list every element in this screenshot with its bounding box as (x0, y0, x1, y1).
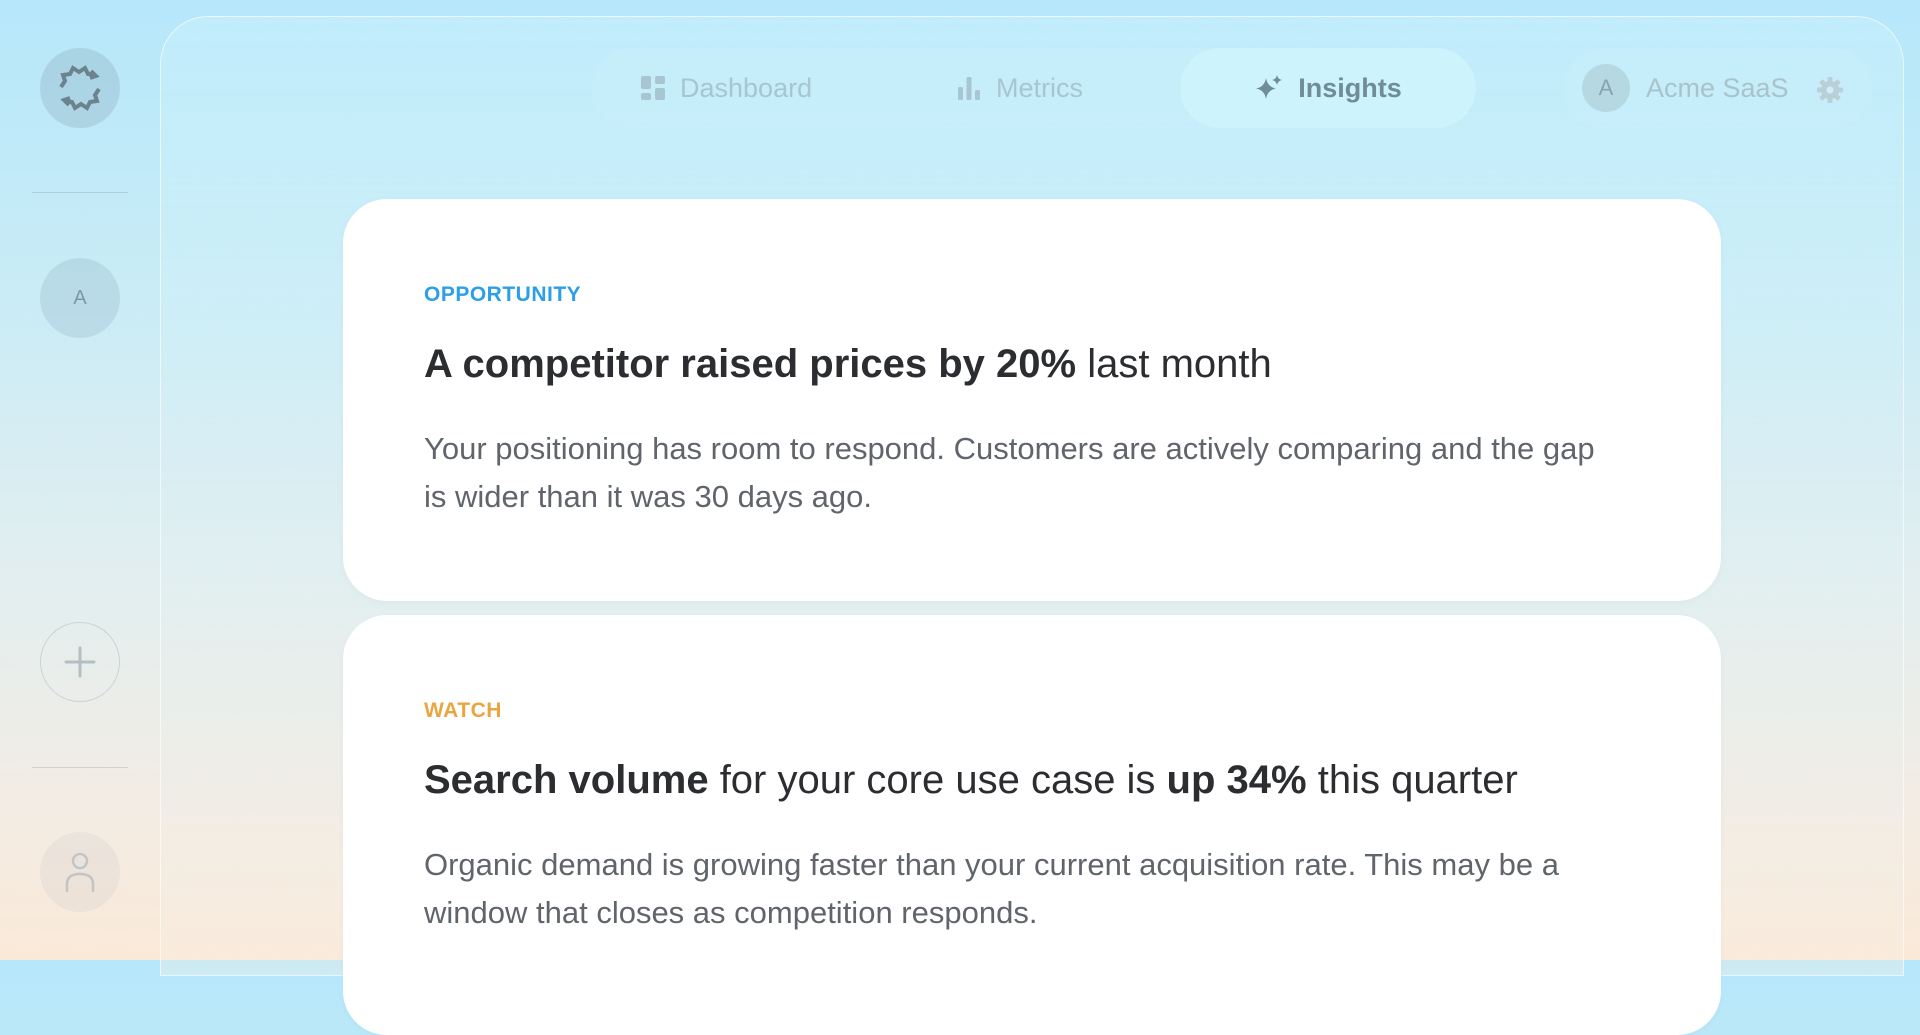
avatar-letter: A (73, 286, 87, 309)
tab-dashboard-label: Dashboard (680, 72, 813, 103)
insight-title-end: this quarter (1306, 758, 1518, 802)
spiky-sync-logo-icon (59, 65, 101, 111)
insight-title-rest: last month (1076, 342, 1272, 386)
user-profile-button[interactable] (40, 832, 120, 912)
insight-card[interactable]: WATCH Search volume for your core use ca… (343, 615, 1721, 1035)
left-rail: A (0, 0, 160, 960)
bar-chart-icon (958, 77, 980, 100)
sparkles-icon (1256, 75, 1283, 99)
insight-card[interactable]: OPPORTUNITY A competitor raised prices b… (343, 199, 1721, 601)
workspace-avatar-small: A (1582, 64, 1630, 112)
tab-metrics[interactable]: Metrics (956, 48, 1083, 128)
workspace-avatar[interactable]: A (40, 258, 120, 338)
insight-body: Organic demand is growing faster than yo… (424, 847, 1559, 930)
insight-title-emphasis: A competitor raised prices by 20% (424, 342, 1077, 386)
user-icon (65, 852, 95, 892)
insight-title-middle: for your core use case is (708, 758, 1167, 802)
plus-icon (64, 646, 96, 678)
insight-tag-opportunity: OPPORTUNITY (424, 283, 582, 306)
rail-divider (32, 192, 128, 193)
gear-icon[interactable] (1816, 76, 1844, 104)
insight-title: Search volume for your core use case is … (424, 758, 1518, 803)
tab-insights-label: Insights (1298, 72, 1402, 103)
tab-metrics-label: Metrics (996, 72, 1083, 103)
avatar-letter: A (1598, 75, 1614, 100)
insight-title: A competitor raised prices by 20% last m… (424, 342, 1272, 387)
insight-body: Your positioning has room to respond. Cu… (424, 431, 1595, 514)
insight-title-emphasis: Search volume (424, 758, 709, 802)
add-button[interactable] (40, 622, 120, 702)
top-nav: Dashboard Metrics Insights (592, 48, 1476, 128)
dashboard-grid-icon (641, 76, 665, 100)
workspace-name: Acme SaaS (1646, 72, 1789, 103)
tab-dashboard[interactable]: Dashboard (640, 48, 812, 128)
tab-insights[interactable]: Insights (1180, 48, 1476, 128)
insight-tag-watch: WATCH (424, 699, 502, 722)
rail-divider (32, 767, 128, 768)
insight-title-emphasis: up 34% (1166, 758, 1307, 802)
app-logo-button[interactable] (40, 48, 120, 128)
workspace-switcher[interactable]: A Acme SaaS (1564, 48, 1872, 128)
